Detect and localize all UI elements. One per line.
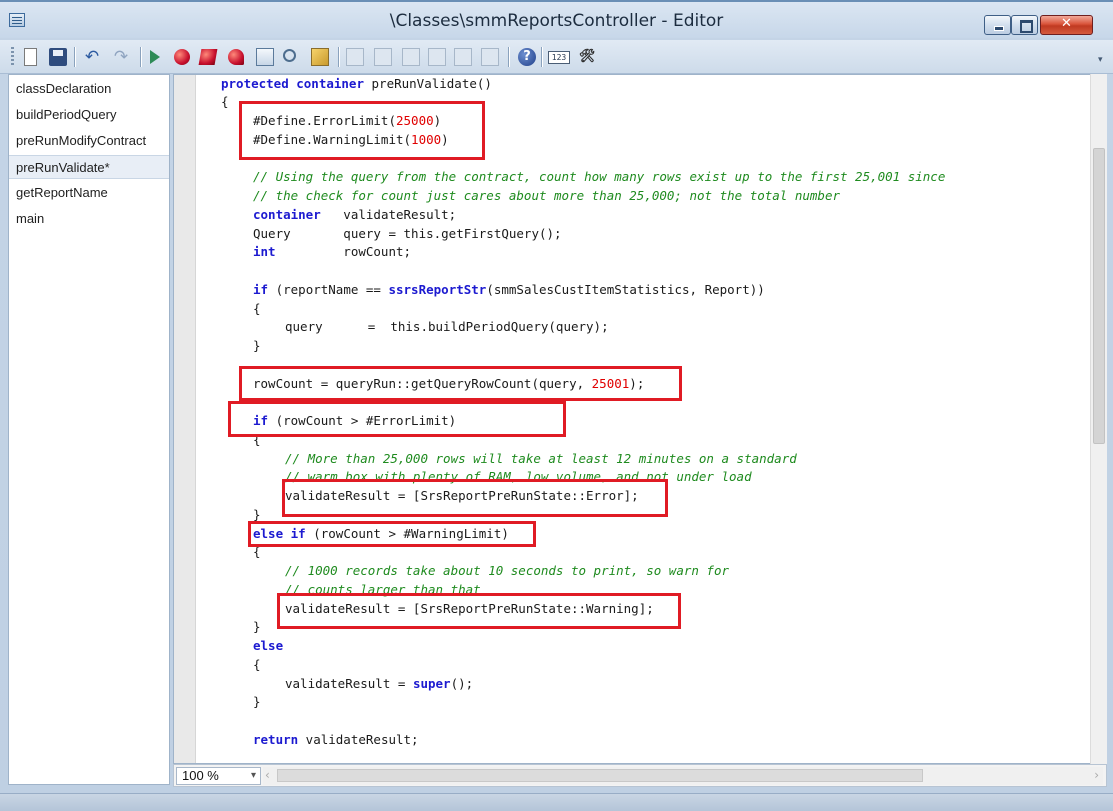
window-title: \Classes\smmReportsController - Editor [389,11,724,31]
code-keyword: container [253,207,321,222]
code-keyword: int [253,244,276,259]
code-line: Query query = this.getFirstQuery(); [253,226,562,241]
code-keyword: super [412,676,451,691]
close-button[interactable] [1040,15,1093,35]
scroll-left-icon[interactable]: ‹ [265,768,270,782]
toolbar-separator [541,47,542,67]
lookup-label-icon[interactable] [374,48,392,66]
toolbar-overflow-icon[interactable]: ▾ [1098,55,1103,65]
zoom-select[interactable]: 100 % ▾ [176,767,261,785]
toolbar-separator [508,47,509,67]
help-icon[interactable]: ? [518,48,536,66]
highlight-else-if-warning [248,521,536,547]
code-keyword: protected container [221,76,364,91]
toolbar-separator [74,47,75,67]
method-item-buildperiodquery[interactable]: buildPeriodQuery [9,103,169,127]
chevron-down-icon[interactable]: ▾ [251,768,256,784]
code-line: } [253,338,261,353]
vertical-scrollbar[interactable] [1090,74,1107,764]
horizontal-scrollbar[interactable]: ‹ › [263,767,1103,785]
code-line: { [221,94,229,109]
method-item-getreportname[interactable]: getReportName [9,181,169,205]
new-icon[interactable] [24,48,37,66]
code-keyword: else [253,638,284,653]
code-text: validateResult; [298,732,419,747]
zoom-value: 100 % [182,768,219,783]
code-keyword: ssrsReportStr [388,282,487,297]
method-item-main[interactable]: main [9,207,169,231]
code-text: (); [450,676,474,691]
undo-icon[interactable]: ↶ [83,48,101,66]
code-comment: // 1000 records take about 10 seconds to… [285,563,730,578]
go-to-icon[interactable] [454,48,472,66]
code-comment: // the check for count just cares about … [253,188,840,203]
code-line: validateResult = super(); [285,675,473,693]
code-line: { [253,657,261,672]
method-item-classdeclaration[interactable]: classDeclaration [9,77,169,101]
enable-breakpoint-icon[interactable] [198,49,218,65]
method-item-prerunmodifycontract[interactable]: preRunModifyContract [9,129,169,153]
code-line: } [253,619,261,634]
code-text: validateResult; [320,207,457,222]
scripts-icon[interactable] [311,48,329,66]
editor-bottom-bar: 100 % ▾ ‹ › [173,764,1107,787]
highlight-if-errorlimit [228,401,566,437]
breakpoint-icon[interactable] [174,49,190,65]
code-text: validateResult = [285,676,413,691]
editor-window: \Classes\smmReportsController - Editor ↶… [0,0,1113,811]
highlight-warning-result [277,593,681,629]
save-icon[interactable] [49,48,67,66]
vertical-scroll-thumb[interactable] [1093,148,1105,444]
code-comment: // Using the query from the contract, co… [253,169,946,184]
highlight-error-result [282,479,668,517]
minimize-button[interactable] [984,15,1011,35]
code-keyword: return [253,732,299,747]
code-line: } [253,694,261,709]
toolbar-grip-icon[interactable] [11,47,14,67]
highlight-rowcount [239,366,682,401]
run-icon[interactable] [150,50,160,64]
script-macro-icon[interactable]: 🛠 [579,48,599,66]
redo-icon[interactable]: ↷ [112,48,130,66]
method-list: classDeclaration buildPeriodQuery preRun… [8,74,170,785]
horizontal-scroll-thumb[interactable] [277,769,923,782]
code-line: int rowCount; [253,243,411,261]
code-text: rowCount; [275,244,412,259]
code-text: (smmSalesCustItemStatistics, Report)) [486,282,765,297]
toolbar-separator [338,47,339,67]
maximize-button[interactable] [1011,15,1038,35]
toolbar: ↶ ↷ ? 123 🛠 ▾ [0,40,1113,74]
go-back-icon[interactable] [428,48,446,66]
code-keyword: if [253,282,269,297]
method-item-prerunvalidate[interactable]: preRunValidate* [9,155,169,179]
code-text: (reportName == [268,282,389,297]
code-line: if (reportName == ssrsReportStr(smmSales… [253,281,765,299]
line-numbers-icon[interactable]: 123 [548,51,570,64]
compile-icon[interactable] [346,48,364,66]
list-references-icon[interactable] [481,48,499,66]
find-icon[interactable] [283,49,296,62]
highlight-define-limits [239,101,485,160]
code-line: query = this.buildPeriodQuery(query); [285,319,609,334]
status-bar [0,793,1113,811]
toolbar-separator [140,47,141,67]
lookup-properties-icon[interactable] [256,48,274,66]
code-comment: // More than 25,000 rows will take at le… [285,451,797,466]
remove-breakpoints-icon[interactable] [228,49,244,65]
title-bar: \Classes\smmReportsController - Editor [0,0,1113,38]
code-text: preRunValidate() [364,76,492,91]
scroll-right-icon[interactable]: › [1094,768,1099,782]
code-line: protected container preRunValidate() [221,75,492,93]
code-line: { [253,301,261,316]
lookup-definition-icon[interactable] [402,48,420,66]
code-line: container validateResult; [253,206,456,224]
code-line: return validateResult; [253,731,419,749]
